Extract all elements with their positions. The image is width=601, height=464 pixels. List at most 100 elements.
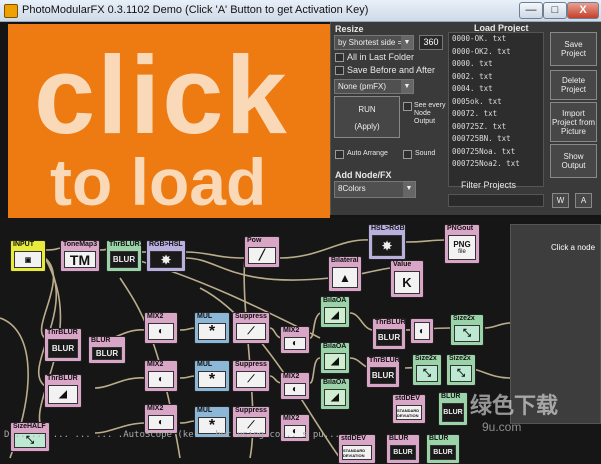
see-every-node-checkbox[interactable] [403, 102, 412, 111]
mix-node[interactable]: ◐ [410, 318, 434, 344]
histogram-icon: ◢ [324, 353, 346, 370]
thrblur-node[interactable]: ThrBLUR BLUR [372, 318, 406, 350]
resize-value-input[interactable]: 360 [419, 35, 443, 50]
preview-image[interactable]: click to load [8, 31, 330, 224]
suppress-node[interactable]: Suppress ⟋ [232, 360, 270, 392]
size2x-node[interactable]: Size2x ⤡ [446, 354, 476, 386]
hsl-rgb-node[interactable]: HSL>RGB ✸ [368, 224, 406, 260]
node-graph[interactable]: INPUT ▣ ToneMap3 TM ThrBLUR3 BLUR RGB>HS… [0, 218, 601, 464]
see-every-node-label: See every Node Output [414, 102, 446, 125]
minimize-button[interactable]: — [519, 2, 543, 19]
format-select[interactable]: None (pmFX) ▼ [334, 79, 414, 94]
blur-node[interactable]: BLUR BLUR [88, 336, 126, 364]
thrblur3-node[interactable]: ThrBLUR3 BLUR [106, 240, 144, 272]
show-output-button[interactable]: Show Output [550, 144, 597, 178]
image-preview[interactable]: click to load [8, 24, 330, 224]
mix2-node[interactable]: MIX2 ◐ [144, 312, 178, 344]
rgb-hsl-node[interactable]: RGB>HSL ✸ [146, 240, 186, 272]
a-button[interactable]: A [575, 193, 592, 208]
thrblur-node-label: ThrBLUR [47, 375, 78, 382]
delete-project-button[interactable]: Delete Project [550, 70, 597, 100]
curve-icon: ╱ [248, 247, 276, 264]
thrblur-node[interactable]: ThrBLUR BLUR [366, 356, 400, 388]
sound-label: Sound [415, 150, 436, 157]
input-node[interactable]: INPUT ▣ [10, 240, 46, 272]
suppress-node[interactable]: Suppress ⟋ [232, 312, 270, 344]
value-node[interactable]: Value K [390, 260, 424, 298]
console-output: D... ... ... ... ... .AutoScope (ke... b… [4, 430, 340, 440]
list-item[interactable]: 0000. txt [449, 58, 543, 71]
list-item[interactable]: 000725Z. txt [449, 121, 543, 134]
save-project-button[interactable]: Save Project [550, 32, 597, 66]
histogram-icon: ◢ [324, 307, 346, 324]
hsl-rgb-node-label: HSL>RGB [371, 225, 405, 232]
apply-label: (Apply) [354, 122, 380, 131]
stddev-node[interactable]: stdDEV STANDARD DEVIATION [392, 394, 426, 424]
project-file-list[interactable]: 0000-OK. txt 0000-OK2. txt 0000. txt 000… [448, 32, 544, 187]
value-node-label: Value [393, 261, 412, 268]
blur-node[interactable]: BLUR BLUR [426, 434, 460, 464]
delete-project-label: Delete Project [561, 76, 586, 94]
list-item[interactable]: 0005ok. txt [449, 96, 543, 109]
blur-node[interactable]: BLUR BLUR [438, 392, 468, 426]
all-in-last-folder-checkbox[interactable] [335, 53, 344, 62]
import-project-button[interactable]: Import Project from Picture [550, 102, 597, 142]
stddev-node[interactable]: stdDEV STANDARD DEVIATION [338, 434, 376, 464]
mul-node[interactable]: MUL * [194, 360, 230, 392]
run-button[interactable]: RUN (Apply) [334, 96, 400, 138]
list-item[interactable]: 00072. txt [449, 108, 543, 121]
auto-arrange-checkbox[interactable] [335, 150, 344, 159]
resize-mode-value: by Shortest side = [338, 38, 403, 47]
save-project-label: Save Project [561, 40, 586, 58]
list-item[interactable]: 0000-OK. txt [449, 33, 543, 46]
rgb-hsl-node-label: RGB>HSL [149, 241, 183, 248]
size2x-node[interactable]: Size2x ⤡ [450, 314, 484, 346]
node-info-hint: Click a node [551, 243, 596, 252]
list-item[interactable]: 000725BN. txt [449, 133, 543, 146]
biloa-node[interactable]: BilaOA ◢ [320, 342, 350, 374]
filter-projects-input[interactable] [448, 194, 544, 207]
close-button[interactable]: X [567, 2, 599, 19]
size2x-node[interactable]: Size2x ⤡ [412, 354, 442, 386]
histogram-icon: ▲ [332, 267, 358, 288]
thrblur-node-label: ThrBLUR [47, 329, 78, 336]
w-button[interactable]: W [552, 193, 569, 208]
bilateral-node[interactable]: Bilateral ▲ [328, 256, 362, 292]
list-item[interactable]: 0002. txt [449, 71, 543, 84]
mix-icon: ◐ [284, 383, 306, 396]
add-node-select[interactable]: 8Colors ▼ [334, 181, 416, 198]
resize-mode-select[interactable]: by Shortest side = ▼ [334, 35, 414, 50]
save-before-after-checkbox[interactable] [335, 66, 344, 75]
chevron-down-icon: ▼ [401, 36, 413, 49]
biloa-node[interactable]: BilaOA ◢ [320, 296, 350, 328]
sound-checkbox[interactable] [403, 150, 412, 159]
sparkle-icon: ✸ [372, 235, 402, 256]
maximize-button[interactable]: □ [543, 2, 567, 19]
mix2-node[interactable]: MIX2 ◐ [280, 372, 310, 400]
size2x-node-label: Size2x [449, 355, 471, 362]
blur-node-label: BLUR [429, 435, 449, 442]
biloa-node-label: BilaOA [323, 343, 347, 350]
all-in-last-folder-label: All in Last Folder [347, 52, 415, 62]
thrblur-node[interactable]: ThrBLUR ◢ [44, 374, 82, 408]
mul-node[interactable]: MUL * [194, 312, 230, 344]
multiply-icon: * [198, 323, 226, 340]
thrblur-node[interactable]: ThrBLUR BLUR [44, 328, 82, 362]
stddev-icon: STANDARD DEVIATION [396, 405, 422, 420]
mul-node-label: MUL [197, 361, 213, 368]
list-item[interactable]: 0004. txt [449, 83, 543, 96]
chevron-down-icon: ▼ [401, 80, 413, 93]
auto-arrange-label: Auto Arrange [347, 150, 388, 157]
list-item[interactable]: 000725Noa. txt [449, 146, 543, 159]
blur-node-label: BLUR [389, 435, 409, 442]
stddev-node-label: stdDEV [341, 435, 366, 442]
mix2-node[interactable]: MIX2 ◐ [144, 360, 178, 392]
tonemap-node[interactable]: ToneMap3 TM [60, 240, 100, 272]
mix2-node[interactable]: MIX2 ◐ [280, 326, 310, 354]
biloa-node[interactable]: BilaOA ◢ [320, 378, 350, 410]
blur-node[interactable]: BLUR BLUR [386, 434, 420, 464]
list-item[interactable]: 0000-OK2. txt [449, 46, 543, 59]
pngout-node[interactable]: PNGout PNG file [444, 224, 480, 264]
pow-node[interactable]: Pow ╱ [244, 236, 280, 268]
list-item[interactable]: 000725Noa2. txt [449, 158, 543, 171]
